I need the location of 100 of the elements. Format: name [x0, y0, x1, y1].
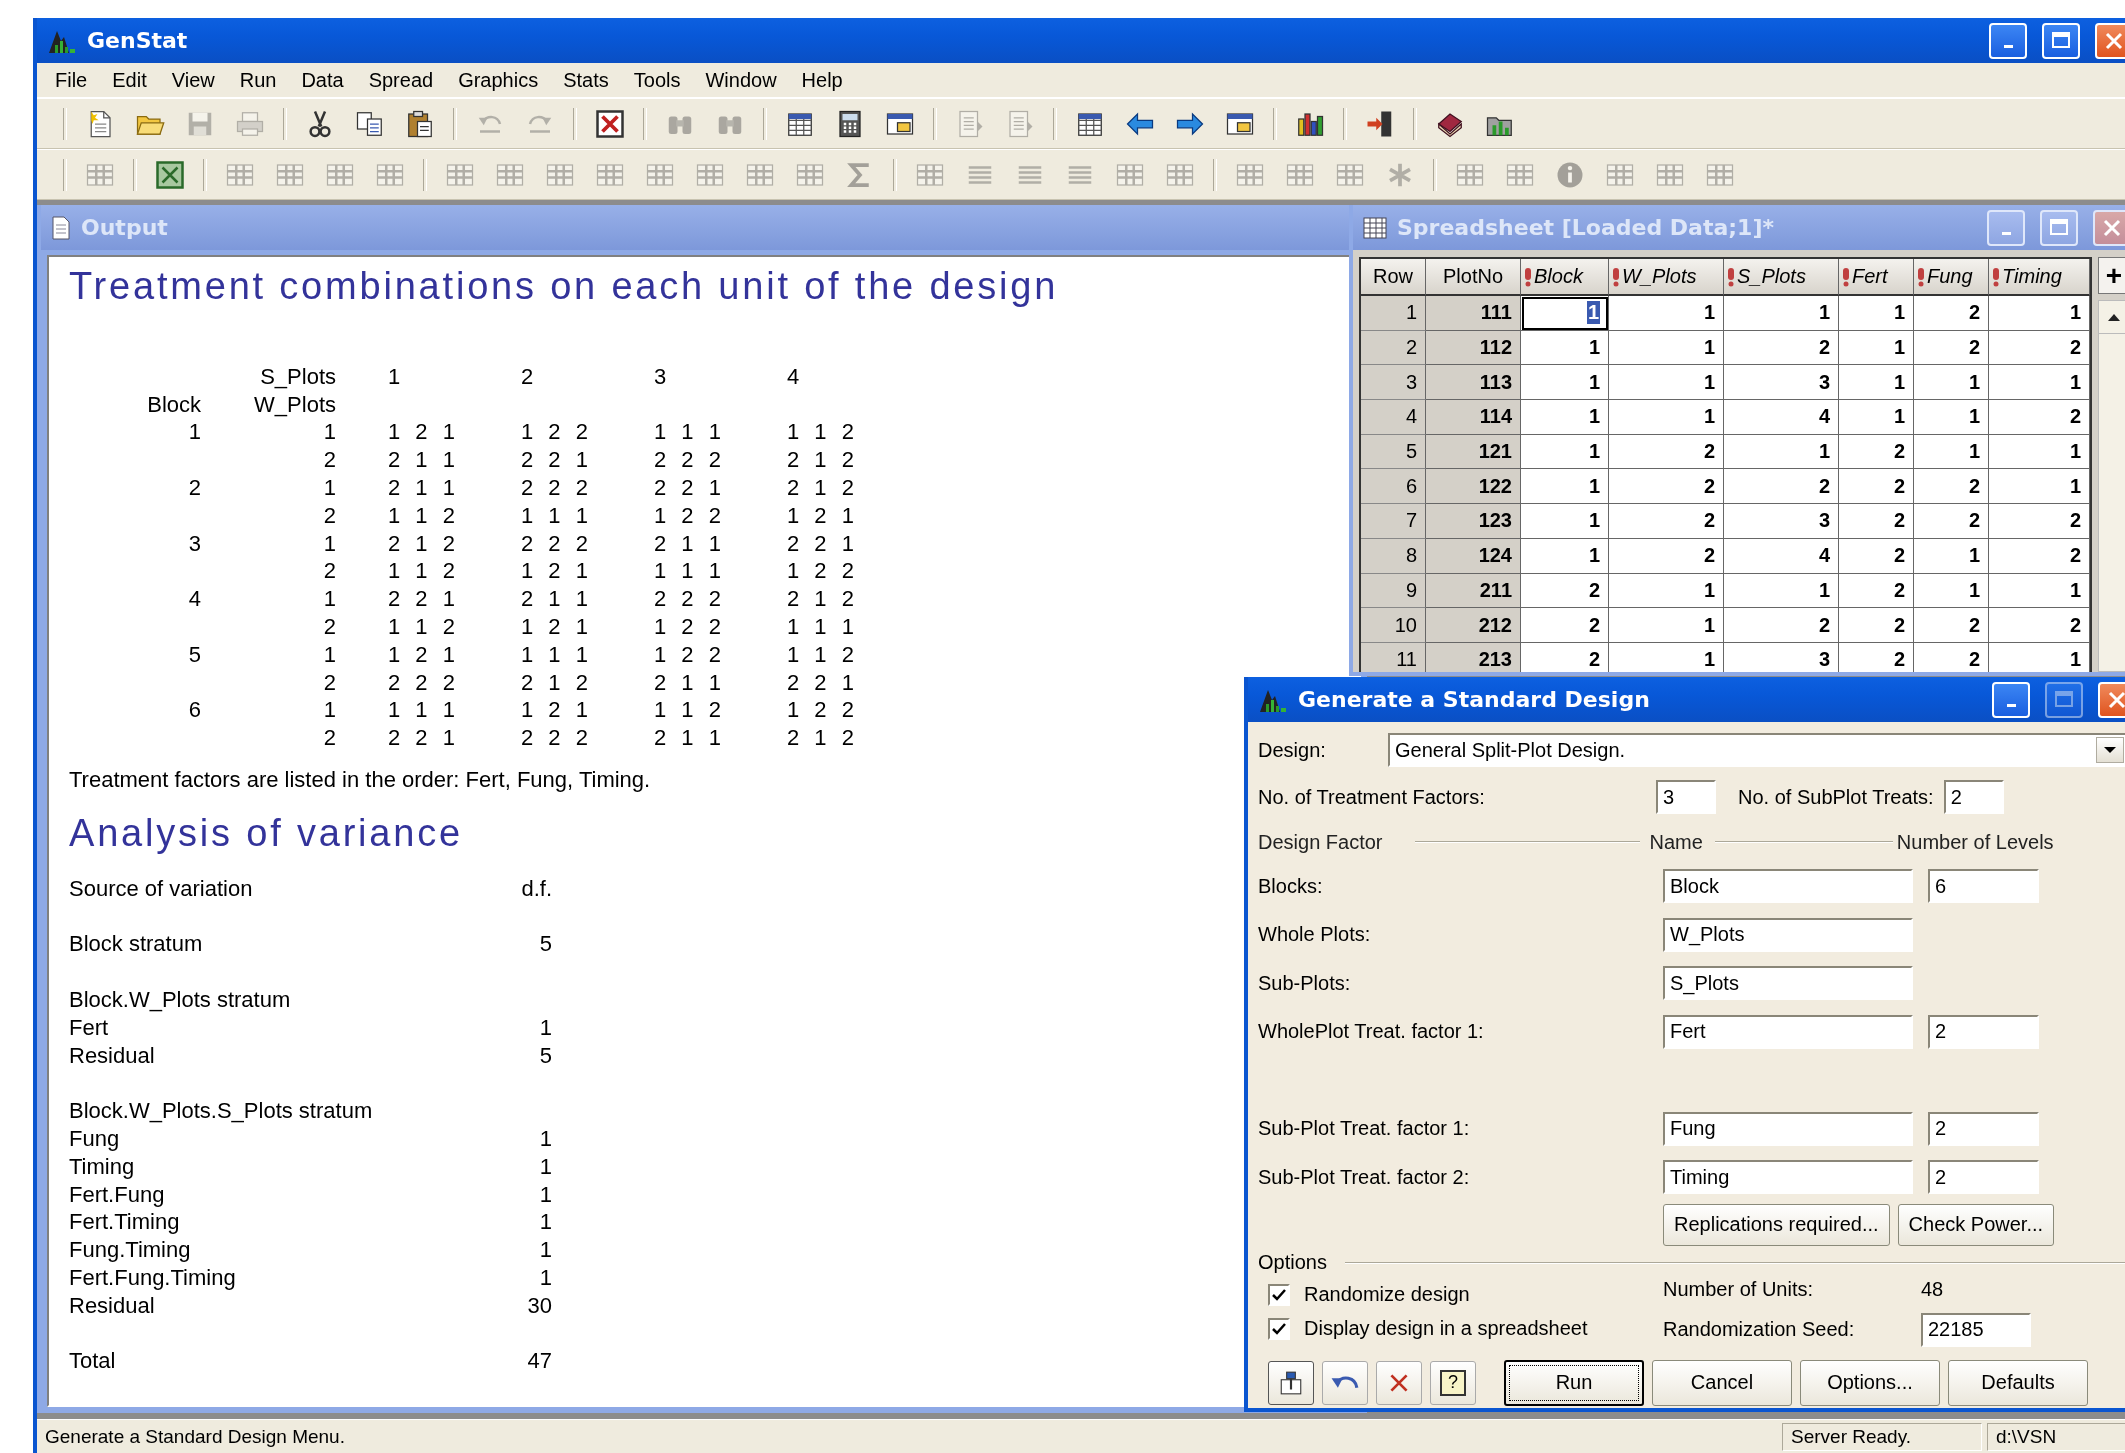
table-cell[interactable]: 1: [1914, 365, 1989, 401]
table-cell[interactable]: 2: [1839, 573, 1914, 609]
design-dropdown[interactable]: General Split-Plot Design.: [1388, 733, 2125, 767]
column-header[interactable]: Fung: [1914, 259, 1989, 296]
name-field[interactable]: Block: [1663, 869, 1913, 904]
pin-button[interactable]: [1268, 1360, 1314, 1405]
table-cell[interactable]: 2: [1724, 469, 1839, 505]
table-cell[interactable]: 2: [1724, 330, 1839, 366]
menu-item[interactable]: Edit: [100, 68, 160, 92]
number-field[interactable]: 2: [1943, 780, 2004, 814]
table-cell[interactable]: 2: [1609, 434, 1724, 470]
table-cell[interactable]: 113: [1426, 365, 1521, 401]
column-header[interactable]: Timing: [1989, 259, 2090, 296]
table-cell[interactable]: 4: [1724, 400, 1839, 435]
table-cell[interactable]: 2: [1914, 469, 1989, 505]
table-cell[interactable]: 2: [1521, 573, 1609, 609]
table-cell[interactable]: 1: [1839, 400, 1914, 435]
cross-button[interactable]: [1376, 1360, 1422, 1405]
table-cell[interactable]: 2: [1989, 400, 2090, 435]
table-cell[interactable]: 2: [1839, 469, 1914, 505]
help-button[interactable]: ?: [1430, 1360, 1476, 1405]
table-cell[interactable]: 124: [1426, 538, 1521, 574]
table-cell[interactable]: 2: [1914, 608, 1989, 643]
dialog-button[interactable]: Cancel: [1652, 1359, 1792, 1406]
menu-item[interactable]: Spread: [356, 68, 447, 92]
table-cell[interactable]: 2: [1989, 330, 2090, 366]
table-cell[interactable]: 2: [1521, 642, 1609, 672]
table-cell[interactable]: 3: [1724, 365, 1839, 401]
table-cell[interactable]: 1: [1521, 504, 1609, 539]
name-field[interactable]: W_Plots: [1663, 917, 1913, 952]
menu-item[interactable]: Help: [789, 68, 856, 92]
column-header[interactable]: Row: [1361, 259, 1426, 296]
table-cell[interactable]: 1: [1609, 296, 1724, 331]
table-cell[interactable]: 1: [1989, 573, 2090, 609]
menu-item[interactable]: Run: [227, 68, 290, 92]
table-cell[interactable]: 1: [1521, 365, 1609, 401]
table-cell[interactable]: 1: [1521, 330, 1609, 366]
undo-button[interactable]: [1322, 1360, 1368, 1405]
checkbox[interactable]: [1268, 1283, 1290, 1306]
menu-item[interactable]: Stats: [551, 68, 622, 92]
table-cell[interactable]: 2: [1839, 538, 1914, 574]
name-field[interactable]: Timing: [1663, 1160, 1913, 1195]
column-header[interactable]: Block: [1521, 259, 1609, 296]
table-cell[interactable]: 1: [1989, 642, 2090, 672]
table-cell[interactable]: 1: [1914, 538, 1989, 574]
table-cell[interactable]: 1: [1609, 400, 1724, 435]
table-cell[interactable]: 1: [1989, 365, 2090, 401]
table-cell[interactable]: 111: [1426, 296, 1521, 331]
dialog-button[interactable]: Options...: [1800, 1359, 1940, 1406]
table-cell[interactable]: 1: [1839, 296, 1914, 331]
table-cell[interactable]: 211: [1426, 573, 1521, 609]
table-cell[interactable]: 1: [1521, 469, 1609, 505]
close-box-icon[interactable]: [595, 108, 625, 139]
table-cell[interactable]: 1: [1609, 330, 1724, 366]
table-cell[interactable]: 1: [1724, 434, 1839, 470]
column-header[interactable]: S_Plots: [1724, 259, 1839, 296]
menu-item[interactable]: Window: [693, 68, 790, 92]
number-field[interactable]: 3: [1656, 780, 1716, 814]
cross-box-icon[interactable]: [155, 159, 185, 190]
table-cell[interactable]: 1: [1521, 538, 1609, 574]
table-cell[interactable]: 2: [1989, 608, 2090, 643]
levels-field[interactable]: 2: [1928, 1160, 2039, 1195]
table-cell[interactable]: 2: [1839, 434, 1914, 470]
name-field[interactable]: S_Plots: [1663, 966, 1913, 1001]
close-button[interactable]: [2093, 209, 2125, 246]
seed-field[interactable]: 22185: [1921, 1312, 2031, 1347]
levels-field[interactable]: 6: [1928, 869, 2039, 904]
table-cell[interactable]: 1: [1724, 573, 1839, 609]
table-cell[interactable]: 114: [1426, 400, 1521, 435]
scrollbar[interactable]: [2098, 300, 2125, 672]
menu-item[interactable]: Graphics: [446, 68, 552, 92]
levels-field[interactable]: 2: [1928, 1111, 2039, 1146]
table-cell[interactable]: 2: [1609, 469, 1724, 505]
name-field[interactable]: Fung: [1663, 1111, 1913, 1146]
table-cell[interactable]: 1: [1914, 400, 1989, 435]
table-cell[interactable]: 2: [1914, 296, 1989, 331]
dropdown-button[interactable]: [2096, 737, 2124, 763]
table-cell[interactable]: 3: [1724, 504, 1839, 539]
maximize-button[interactable]: [2040, 209, 2078, 246]
action-button[interactable]: Check Power...: [1897, 1203, 2055, 1246]
column-header[interactable]: Fert: [1839, 259, 1914, 296]
table-cell[interactable]: 2: [1914, 330, 1989, 366]
table-cell[interactable]: 112: [1426, 330, 1521, 366]
table-cell[interactable]: 123: [1426, 504, 1521, 539]
table-cell[interactable]: 2: [1839, 642, 1914, 672]
table-cell[interactable]: 1: [1989, 469, 2090, 505]
menu-item[interactable]: Data: [289, 68, 357, 92]
table-cell[interactable]: 1: [1724, 296, 1839, 331]
table-cell[interactable]: 1: [1839, 365, 1914, 401]
table-cell[interactable]: 1: [1989, 296, 2090, 331]
add-column-button[interactable]: +: [2098, 257, 2125, 294]
column-header[interactable]: PlotNo: [1426, 259, 1521, 296]
levels-field[interactable]: 2: [1928, 1014, 2039, 1049]
table-cell[interactable]: 1: [1609, 365, 1724, 401]
table-cell[interactable]: 2: [1609, 538, 1724, 574]
table-cell[interactable]: 1: [1914, 434, 1989, 470]
table-cell[interactable]: 1: [1989, 434, 2090, 470]
menu-item[interactable]: Tools: [621, 68, 694, 92]
table-cell[interactable]: 2: [1521, 608, 1609, 643]
table-cell[interactable]: 2: [1839, 608, 1914, 643]
